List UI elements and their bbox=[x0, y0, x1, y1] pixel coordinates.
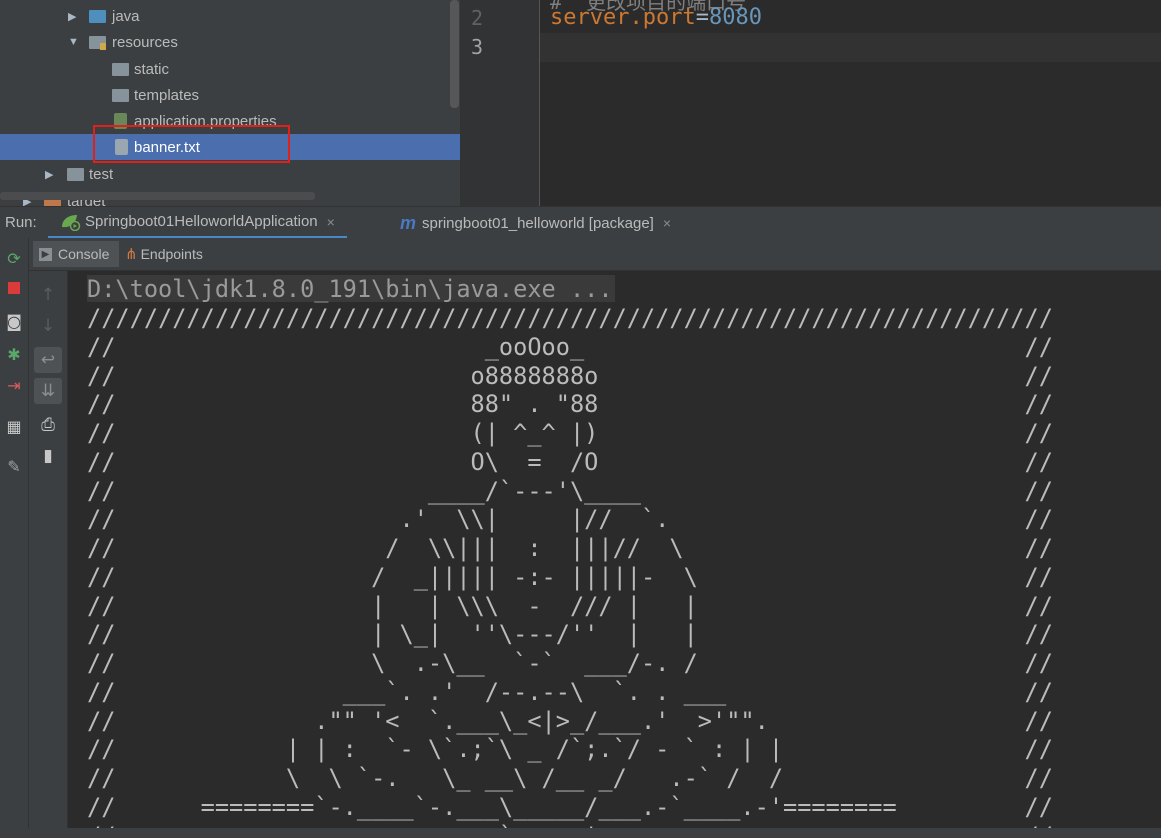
code-editor[interactable]: 2 3 # 更改项目的端口号 server.port=8080 bbox=[460, 0, 1161, 206]
run-label: Run: bbox=[5, 214, 37, 231]
layout-icon[interactable]: ▦ bbox=[4, 416, 24, 436]
console-toolbar: ↑ ↓ ↩ ⇊ ⎙ ▮ bbox=[29, 271, 68, 838]
project-tree: ▶ java ▼ resources static templates appl… bbox=[0, 0, 460, 206]
banner-line: // _ooOoo_ // bbox=[87, 332, 1053, 361]
banner-line: // | | \\\ - /// | | // bbox=[87, 591, 1053, 620]
banner-line: // o8888888o // bbox=[87, 361, 1053, 390]
banner-line: // 88" . "88 // bbox=[87, 390, 1053, 419]
folder-icon bbox=[67, 168, 84, 181]
maven-icon: m bbox=[400, 212, 417, 233]
run-tool-window-header: Run: Springboot01HelloworldApplication ×… bbox=[0, 206, 1161, 240]
console-output[interactable]: D:\tool\jdk1.8.0_191\bin\java.exe ... //… bbox=[68, 271, 1161, 838]
pin-icon[interactable]: ✎ bbox=[4, 456, 24, 476]
stop-icon[interactable] bbox=[4, 278, 24, 298]
status-strip bbox=[0, 828, 1161, 838]
property-equals: = bbox=[695, 5, 709, 30]
current-line-highlight bbox=[540, 33, 1161, 62]
tab-endpoints[interactable]: ⋔ Endpoints bbox=[122, 241, 222, 267]
tree-item-templates[interactable]: templates bbox=[0, 82, 460, 108]
property-key: server.port bbox=[550, 5, 696, 30]
banner-line: // | | : `- \`.;`\ _ /`;.`/ - ` : | | // bbox=[87, 735, 1053, 764]
up-arrow-icon[interactable]: ↑ bbox=[34, 282, 62, 308]
banner-line: // \ .-\__ `-` ___/-. / // bbox=[87, 649, 1053, 677]
vertical-scrollbar[interactable] bbox=[450, 0, 459, 108]
tree-item-resources[interactable]: ▼ resources bbox=[0, 29, 460, 55]
horizontal-scrollbar[interactable] bbox=[0, 192, 315, 200]
banner-line: // O\ = /O // bbox=[87, 447, 1053, 476]
banner-line: // / \\||| : |||// \ // bbox=[87, 534, 1053, 562]
expand-arrow-icon[interactable]: ▶ bbox=[45, 168, 53, 181]
line-number: 2 bbox=[470, 6, 483, 30]
code-line[interactable]: server.port=8080 bbox=[550, 5, 762, 30]
scroll-to-end-icon[interactable]: ⇊ bbox=[34, 378, 62, 404]
banner-line: ////////////////////////////////////////… bbox=[87, 304, 1053, 332]
command-line: D:\tool\jdk1.8.0_191\bin\java.exe ... bbox=[87, 275, 615, 303]
banner-line: // .' \\| |// `. // bbox=[87, 505, 1053, 534]
console-icon: ▶ bbox=[39, 247, 52, 261]
banner-line: // ."" '< `.___\_<|>_/___.' >'"". // bbox=[87, 706, 1053, 735]
trash-icon[interactable]: ▮ bbox=[34, 443, 62, 469]
camera-icon[interactable]: ◙ bbox=[4, 311, 24, 331]
source-folder-icon bbox=[89, 10, 106, 23]
property-value: 8080 bbox=[708, 5, 762, 30]
collapse-arrow-icon[interactable]: ▼ bbox=[68, 36, 79, 48]
banner-text: ////////////////////////////////////////… bbox=[87, 304, 1053, 838]
soft-wrap-icon[interactable]: ↩ bbox=[34, 347, 62, 373]
debug-icon[interactable]: ✱ bbox=[4, 344, 24, 364]
close-tab-icon[interactable]: × bbox=[663, 215, 671, 231]
tree-item-test[interactable]: ▶ test bbox=[0, 161, 460, 187]
banner-line: // | \_| ''\---/'' | | // bbox=[87, 620, 1053, 649]
banner-line: // ____/`---'\____ // bbox=[87, 476, 1053, 505]
line-number: 3 bbox=[470, 35, 483, 59]
line-number-gutter: 2 3 bbox=[461, 0, 540, 206]
tree-item-static[interactable]: static bbox=[0, 56, 460, 82]
endpoints-icon: ⋔ bbox=[125, 246, 138, 263]
resources-marker-icon bbox=[100, 43, 106, 50]
print-icon[interactable]: ⎙ bbox=[34, 412, 62, 438]
down-arrow-icon[interactable]: ↓ bbox=[34, 313, 62, 339]
banner-line: // ___`. .' /--.--\ `. . ___ // bbox=[87, 677, 1053, 706]
highlight-box bbox=[93, 125, 290, 163]
folder-icon bbox=[112, 63, 129, 76]
tab-springboot-application[interactable]: Springboot01HelloworldApplication × bbox=[48, 207, 347, 239]
banner-line: // (| ^_^ |) // bbox=[87, 419, 1053, 447]
run-toolbar: ⟳ ◙ ✱ ⇥ ▦ ✎ bbox=[0, 238, 29, 838]
banner-line: // / _||||| -:- |||||- \ // bbox=[87, 562, 1053, 591]
rerun-icon[interactable]: ⟳ bbox=[4, 248, 24, 268]
spring-boot-run-icon bbox=[62, 214, 81, 231]
tab-maven-package[interactable]: m springboot01_helloworld [package] × bbox=[388, 207, 683, 239]
exit-icon[interactable]: ⇥ bbox=[4, 375, 24, 395]
close-tab-icon[interactable]: × bbox=[327, 214, 335, 230]
tree-item-java[interactable]: ▶ java bbox=[0, 3, 460, 29]
banner-line: // \ \ `-. \_ __\ /__ _/ .-` / / // bbox=[87, 764, 1053, 792]
folder-icon bbox=[112, 89, 129, 102]
tab-console[interactable]: ▶ Console bbox=[33, 241, 119, 267]
console-tabs: ▶ Console ⋔ Endpoints bbox=[29, 238, 1161, 271]
expand-arrow-icon[interactable]: ▶ bbox=[68, 10, 76, 23]
banner-line: // ========`-.____`-.___\_____/___.-`___… bbox=[87, 792, 1053, 821]
